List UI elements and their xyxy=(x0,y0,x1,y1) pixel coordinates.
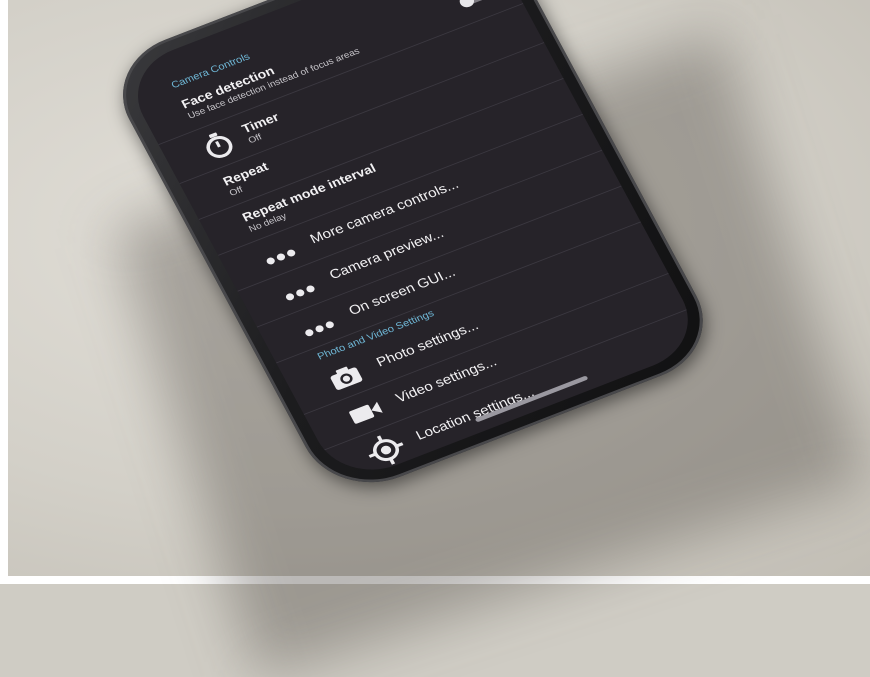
image-border-left xyxy=(0,0,8,584)
face-detection-toggle-knob xyxy=(457,0,477,10)
video-camera-icon xyxy=(349,401,383,424)
gps-location-icon xyxy=(368,435,404,465)
more-dots-icon xyxy=(263,243,299,266)
repeat-summary: Off xyxy=(227,185,245,199)
timer-title: Timer xyxy=(239,109,282,136)
camera-icon xyxy=(330,366,363,390)
more-dots-icon xyxy=(283,279,319,302)
more-dots-icon xyxy=(302,315,338,338)
timer-icon xyxy=(206,132,233,158)
timer-summary: Off xyxy=(246,132,264,146)
